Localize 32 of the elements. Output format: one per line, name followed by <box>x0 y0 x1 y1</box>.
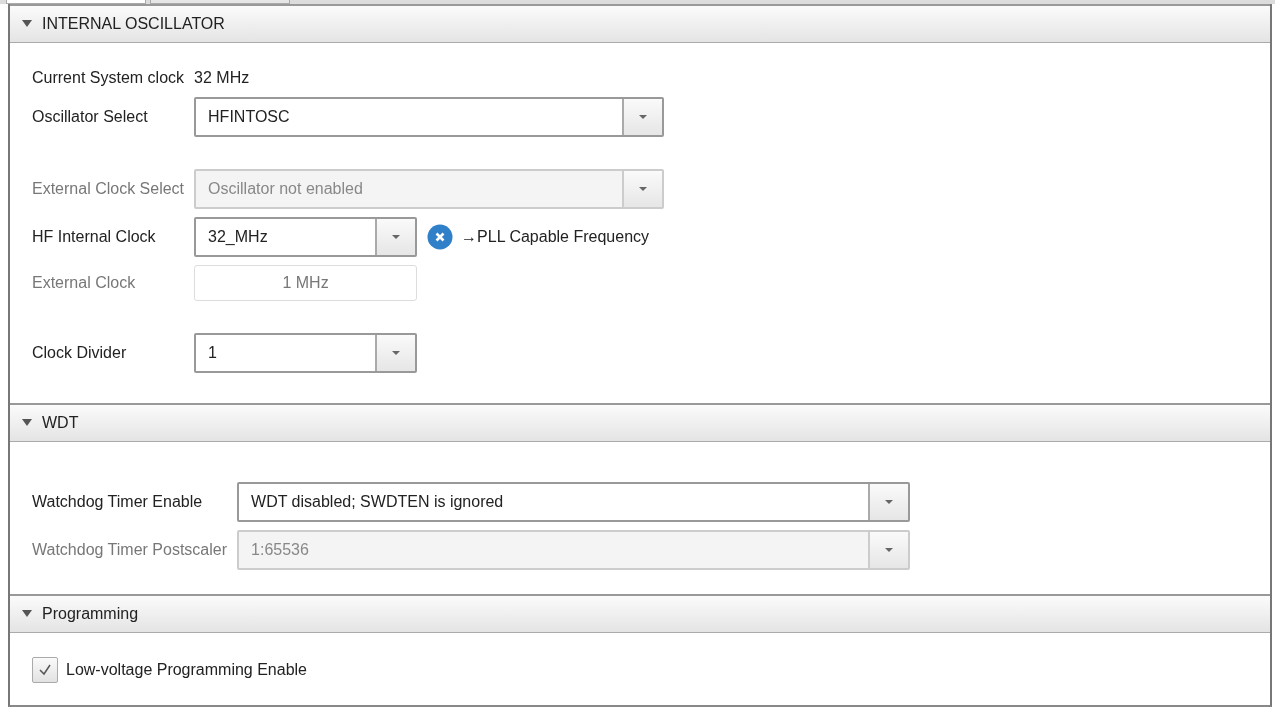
caret-icon <box>392 351 401 355</box>
dropdown[interactable]: 32_MHz <box>194 217 418 257</box>
field-label: External Clock Select <box>32 180 185 198</box>
field-label: Watchdog Timer Postscaler <box>32 541 228 559</box>
tab[interactable] <box>150 0 290 4</box>
caret-icon <box>639 115 648 119</box>
section-header[interactable]: Programming <box>10 594 1270 633</box>
field-label: External Clock <box>32 274 137 292</box>
checkbox[interactable] <box>32 657 58 683</box>
section-header[interactable]: INTERNAL OSCILLATOR <box>10 4 1270 43</box>
collapse-triangle-icon <box>22 610 32 618</box>
field-label: Clock Divider <box>32 344 128 362</box>
caret-icon <box>392 235 401 239</box>
caret-icon <box>639 187 648 191</box>
tab[interactable] <box>6 0 146 4</box>
collapse-triangle-icon <box>22 20 32 28</box>
clock-value: 32 MHz <box>194 68 250 88</box>
dropdown[interactable]: WDT disabled; SWDTEN is ignored <box>237 482 911 522</box>
caret-icon <box>885 548 894 552</box>
dropdown[interactable]: HFINTOSC <box>194 97 665 137</box>
field-label: Oscillator Select <box>32 108 149 126</box>
close-circle-icon <box>427 224 454 250</box>
dropdown[interactable]: 1 <box>194 333 418 373</box>
caret-icon <box>885 500 894 504</box>
checkbox-label: Low-voltage Programming Enable <box>66 661 307 679</box>
pll-note: →PLL Capable Frequency <box>461 228 650 246</box>
checkmark-icon <box>37 662 53 678</box>
collapse-triangle-icon <box>22 419 32 427</box>
section-header[interactable]: WDT <box>10 403 1270 442</box>
field-label: Current System clock <box>32 69 185 87</box>
field-label: HF Internal Clock <box>32 228 157 246</box>
field-label: Watchdog Timer Enable <box>32 493 204 511</box>
